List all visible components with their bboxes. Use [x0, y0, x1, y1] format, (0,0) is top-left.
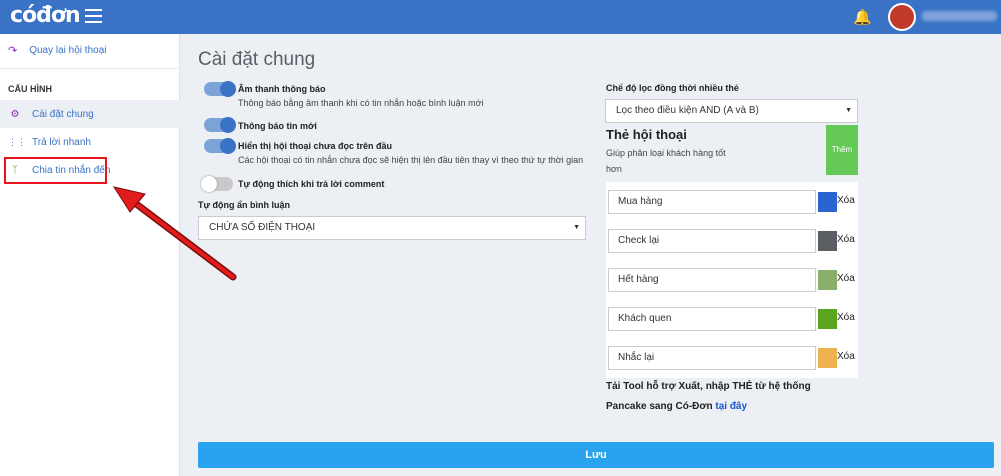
tag-color-swatch[interactable]	[818, 309, 837, 329]
tool-note-line2: Pancake sang Có-Đơn tại đây	[606, 401, 747, 412]
auto-like-toggle[interactable]	[201, 176, 233, 192]
chevron-down-icon: ▼	[845, 107, 852, 114]
filter-mode-label: Chế độ lọc đồng thời nhiều thẻ	[606, 83, 739, 93]
tags-help-line2: hơn	[606, 164, 622, 174]
new-message-toggle[interactable]	[204, 117, 236, 133]
tag-name-input[interactable]: Khách quen	[608, 307, 816, 331]
unread-top-toggle[interactable]	[204, 138, 236, 154]
tag-color-swatch[interactable]	[818, 270, 837, 290]
sound-description: Thông báo bằng âm thanh khi có tin nhắn …	[238, 98, 484, 108]
download-tool-link[interactable]: tại đây	[715, 401, 747, 412]
tool-note-prefix: Pancake sang Có-Đơn	[606, 401, 713, 412]
unread-top-description: Các hội thoại có tin nhắn chưa đọc sẽ hi…	[238, 155, 584, 165]
auto-hide-label: Tự động ẩn bình luận	[198, 200, 291, 210]
tag-name-input[interactable]: Check lại	[608, 229, 816, 253]
delete-tag-button[interactable]: Xóa	[837, 234, 855, 245]
delete-tag-button[interactable]: Xóa	[837, 273, 855, 284]
filter-mode-select[interactable]: Lọc theo điều kiện AND (A và B) ▼	[605, 99, 858, 123]
sound-toggle[interactable]	[204, 81, 236, 97]
tag-name-input[interactable]: Nhắc lại	[608, 346, 816, 370]
sound-label: Âm thanh thông báo	[238, 84, 326, 94]
tag-list: Mua hàng Xóa Check lại Xóa Hết hàng Xóa …	[606, 182, 858, 378]
delete-tag-button[interactable]: Xóa	[837, 195, 855, 206]
new-message-label: Thông báo tin mới	[238, 121, 317, 131]
auto-hide-select[interactable]: CHỨA SỐ ĐIỆN THOẠI ▼	[198, 216, 586, 240]
save-button[interactable]: Lưu	[198, 442, 994, 468]
tag-name-input[interactable]: Mua hàng	[608, 190, 816, 214]
auto-hide-value: CHỨA SỐ ĐIỆN THOẠI	[209, 222, 316, 233]
chevron-down-icon: ▼	[573, 224, 580, 231]
tags-title: Thẻ hội thoại	[606, 127, 687, 142]
delete-tag-button[interactable]: Xóa	[837, 312, 855, 323]
tag-color-swatch[interactable]	[818, 348, 837, 368]
tool-note-line1: Tải Tool hỗ trợ Xuất, nhập THẺ từ hệ thố…	[606, 381, 811, 392]
tag-name-input[interactable]: Hết hàng	[608, 268, 816, 292]
tags-help-line1: Giúp phân loại khách hàng tốt	[606, 148, 726, 158]
delete-tag-button[interactable]: Xóa	[837, 351, 855, 362]
auto-like-label: Tự động thích khi trả lời comment	[238, 179, 385, 189]
page-title: Cài đặt chung	[198, 49, 316, 70]
unread-top-label: Hiển thị hội thoại chưa đọc trên đầu	[238, 141, 393, 151]
tag-color-swatch[interactable]	[818, 192, 837, 212]
add-tag-button[interactable]: Thêm	[826, 125, 858, 175]
tag-color-swatch[interactable]	[818, 231, 837, 251]
filter-mode-value: Lọc theo điều kiện AND (A và B)	[616, 105, 759, 116]
